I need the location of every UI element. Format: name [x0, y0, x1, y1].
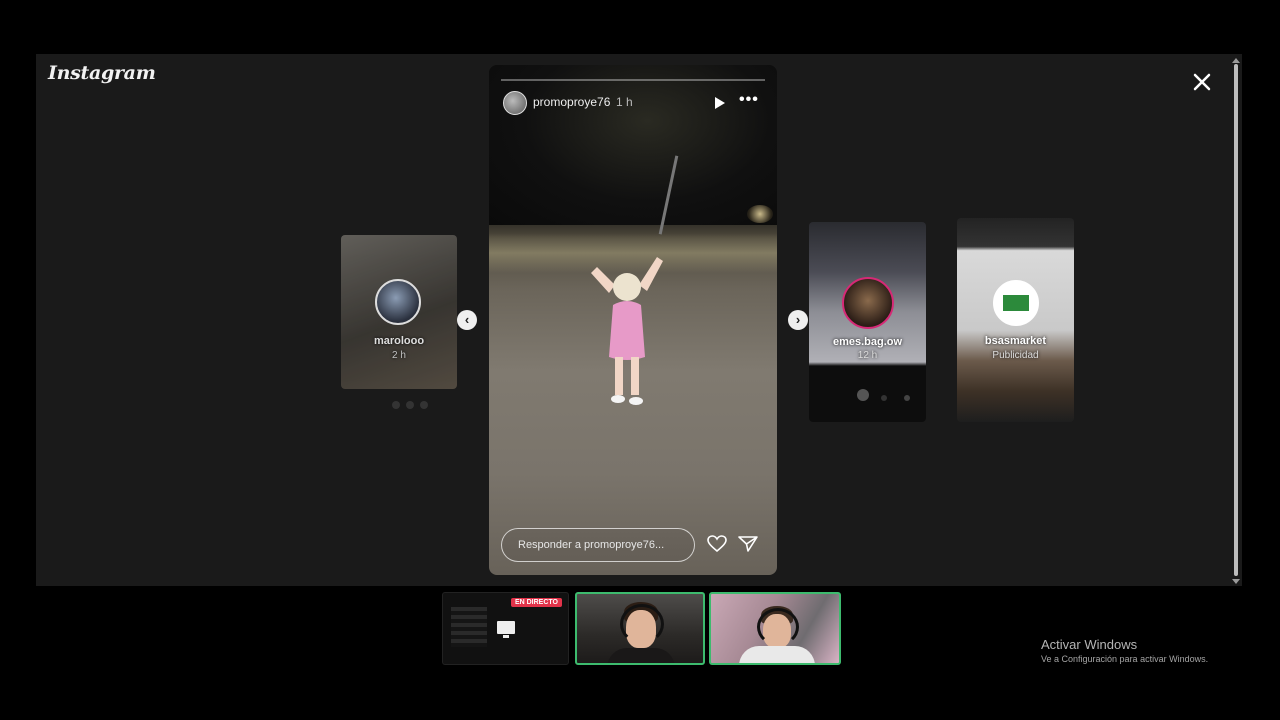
- webcam-thumbnail-2[interactable]: [709, 592, 841, 665]
- story-background-trees: [489, 65, 777, 225]
- story-preview-next[interactable]: emes.bag.ow 12 h: [809, 222, 926, 422]
- story-reply-input[interactable]: Responder a promoproye76...: [501, 528, 695, 562]
- more-icon[interactable]: •••: [739, 91, 759, 109]
- live-badge: EN DIRECTO: [510, 598, 562, 607]
- preview-username: emes.bag.ow: [832, 336, 903, 348]
- close-icon[interactable]: [1188, 68, 1216, 96]
- previous-story-button[interactable]: ‹: [457, 310, 477, 330]
- windows-activation-watermark: Activar Windows Ve a Configuración para …: [1041, 637, 1208, 664]
- heart-icon[interactable]: [707, 535, 727, 553]
- market-logo-icon: [1003, 295, 1029, 311]
- preview-time: 2 h: [392, 350, 406, 361]
- story-preview-previous[interactable]: marolooo 2 h: [341, 235, 457, 389]
- preview-pagination-dots: [392, 396, 434, 414]
- watermark-subtitle: Ve a Configuración para activar Windows.: [1041, 654, 1209, 664]
- instagram-logo[interactable]: Instagram: [48, 62, 156, 84]
- preview-avatar: [375, 279, 421, 325]
- story-header: promoproye76 1 h •••: [503, 91, 763, 115]
- screen-preview: [451, 607, 487, 647]
- scroll-down-arrow[interactable]: [1232, 579, 1240, 584]
- street-light: [747, 205, 773, 223]
- scroll-up-arrow[interactable]: [1232, 58, 1240, 63]
- headphones-icon: [620, 604, 664, 644]
- story-avatar[interactable]: [503, 91, 527, 115]
- webcam-thumbnail-1[interactable]: [575, 592, 705, 665]
- story-progress-bar: [501, 79, 765, 81]
- story-time: 1 h: [616, 95, 633, 109]
- play-icon[interactable]: [715, 97, 725, 109]
- preview-avatar: [993, 280, 1039, 326]
- webcam-person-shirt: [739, 646, 815, 663]
- preview-controls: [857, 388, 917, 401]
- vertical-scrollbar[interactable]: [1232, 58, 1240, 584]
- story-username[interactable]: promoproye76: [533, 95, 610, 109]
- preview-avatar: [842, 277, 894, 329]
- preview-username: bsasmarket: [984, 335, 1047, 347]
- preview-sponsored-label: Publicidad: [992, 350, 1039, 361]
- screen-share-thumbnail[interactable]: EN DIRECTO: [442, 592, 569, 665]
- monitor-icon: [497, 621, 515, 638]
- story-subject-child: [591, 257, 663, 405]
- preview-username: marolooo: [373, 335, 425, 347]
- webcam-person-shirt: [607, 648, 675, 663]
- scrollbar-thumb[interactable]: [1234, 64, 1238, 576]
- headphones-icon: [757, 608, 799, 646]
- watermark-title: Activar Windows: [1041, 637, 1138, 652]
- story-preview-ad[interactable]: bsasmarket Publicidad: [957, 218, 1074, 422]
- preview-time: 12 h: [857, 350, 878, 361]
- active-story[interactable]: promoproye76 1 h ••• Responder a promopr…: [489, 65, 777, 575]
- send-icon[interactable]: [738, 535, 758, 553]
- next-story-button[interactable]: ›: [788, 310, 808, 330]
